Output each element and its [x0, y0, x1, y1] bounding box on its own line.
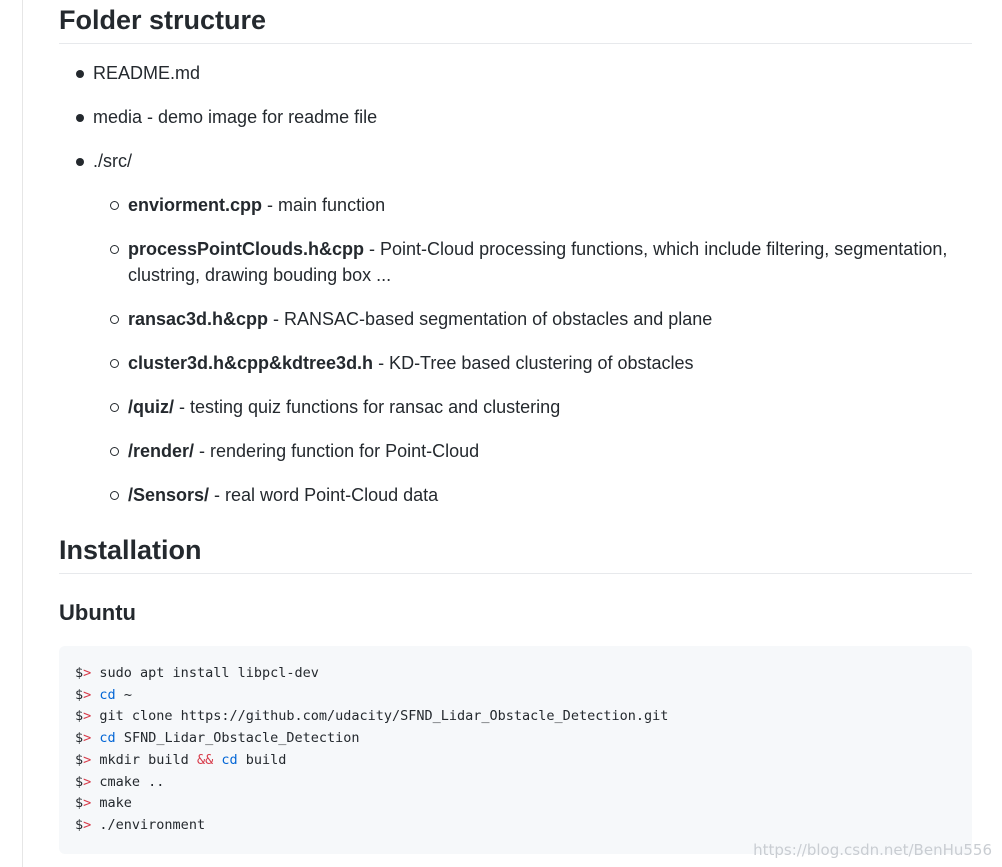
code-line: $> sudo apt install libpcl-dev [75, 665, 319, 681]
prompt-dollar: $ [75, 795, 84, 812]
src-sublist: enviorment.cpp - main function processPo… [59, 192, 972, 508]
file-name: ransac3d.h&cpp [128, 309, 269, 329]
file-description: - main function [262, 195, 386, 215]
prompt-dollar: $ [75, 730, 84, 747]
file-name: enviorment.cpp [128, 195, 263, 215]
code-text: ~ [115, 686, 132, 703]
file-description: - KD-Tree based clustering of obstacles [373, 353, 694, 373]
file-name: /render/ [128, 441, 195, 461]
list-item-text: README.md [93, 63, 201, 83]
file-name: cluster3d.h&cpp&kdtree3d.h [128, 353, 374, 373]
src-item-processpointclouds: processPointClouds.h&cpp - Point-Cloud p… [59, 236, 972, 288]
left-border [22, 0, 23, 867]
prompt-dollar: $ [75, 686, 84, 703]
code-text: git clone https://github.com/udacity/SFN… [91, 708, 669, 725]
code-line: $> cd SFND_Lidar_Obstacle_Detection [75, 730, 360, 746]
list-item-media: media - demo image for readme file [59, 104, 972, 130]
src-item-ransac3d: ransac3d.h&cpp - RANSAC-based segmentati… [59, 306, 972, 332]
prompt-gt: > [83, 730, 92, 747]
code-text: build [237, 751, 287, 768]
code-keyword: cd [99, 730, 116, 747]
code-text: ./environment [91, 816, 206, 833]
code-line: $> ./environment [75, 817, 205, 833]
prompt-dollar: $ [75, 708, 84, 725]
file-name: /Sensors/ [128, 485, 210, 505]
code-text: make [91, 795, 132, 812]
folder-list: README.md media - demo image for readme … [59, 60, 972, 174]
list-item-readme: README.md [59, 60, 972, 86]
code-block[interactable]: $> sudo apt install libpcl-dev $> cd ~ $… [59, 646, 972, 854]
prompt-dollar: $ [75, 665, 84, 681]
code-text: sudo apt install libpcl-dev [91, 665, 319, 681]
src-item-cluster3d: cluster3d.h&cpp&kdtree3d.h - KD-Tree bas… [59, 350, 972, 376]
file-description: - testing quiz functions for ransac and … [174, 397, 561, 417]
src-item-quiz: /quiz/ - testing quiz functions for rans… [59, 394, 972, 420]
code-text: mkdir build [91, 751, 197, 768]
file-description: - rendering function for Point-Cloud [194, 441, 480, 461]
file-description: - RANSAC-based segmentation of obstacles… [268, 309, 713, 329]
code-line: $> mkdir build && cd build [75, 752, 286, 768]
list-item-text: media - demo image for readme file [93, 107, 378, 127]
file-name: processPointClouds.h&cpp [128, 239, 365, 259]
list-item-text: ./src/ [93, 151, 132, 171]
prompt-dollar: $ [75, 773, 84, 790]
src-item-enviorment: enviorment.cpp - main function [59, 192, 972, 218]
code-line: $> make [75, 795, 132, 811]
code-text: SFND_Lidar_Obstacle_Detection [115, 730, 360, 747]
code-keyword: cd [221, 751, 238, 768]
code-line: $> git clone https://github.com/udacity/… [75, 708, 668, 724]
code-line: $> cmake .. [75, 774, 164, 790]
code-text: cmake .. [91, 773, 165, 790]
heading-ubuntu: Ubuntu [59, 600, 136, 625]
prompt-dollar: $ [75, 816, 84, 833]
prompt-dollar: $ [75, 751, 84, 768]
readme-content: Folder structure README.md media - demo … [59, 0, 972, 854]
src-item-sensors: /Sensors/ - real word Point-Cloud data [59, 482, 972, 508]
watermark: https://blog.csdn.net/BenHu556 [753, 841, 992, 859]
heading-folder-structure: Folder structure [59, 0, 972, 44]
file-description: - real word Point-Cloud data [209, 485, 439, 505]
code-operator: && [196, 751, 214, 768]
prompt-gt: > [83, 686, 92, 703]
list-item-src: ./src/ [59, 148, 972, 174]
code-keyword: cd [99, 686, 116, 703]
heading-installation: Installation [59, 534, 972, 574]
src-item-render: /render/ - rendering function for Point-… [59, 438, 972, 464]
file-name: /quiz/ [128, 397, 174, 417]
code-line: $> cd ~ [75, 687, 132, 703]
